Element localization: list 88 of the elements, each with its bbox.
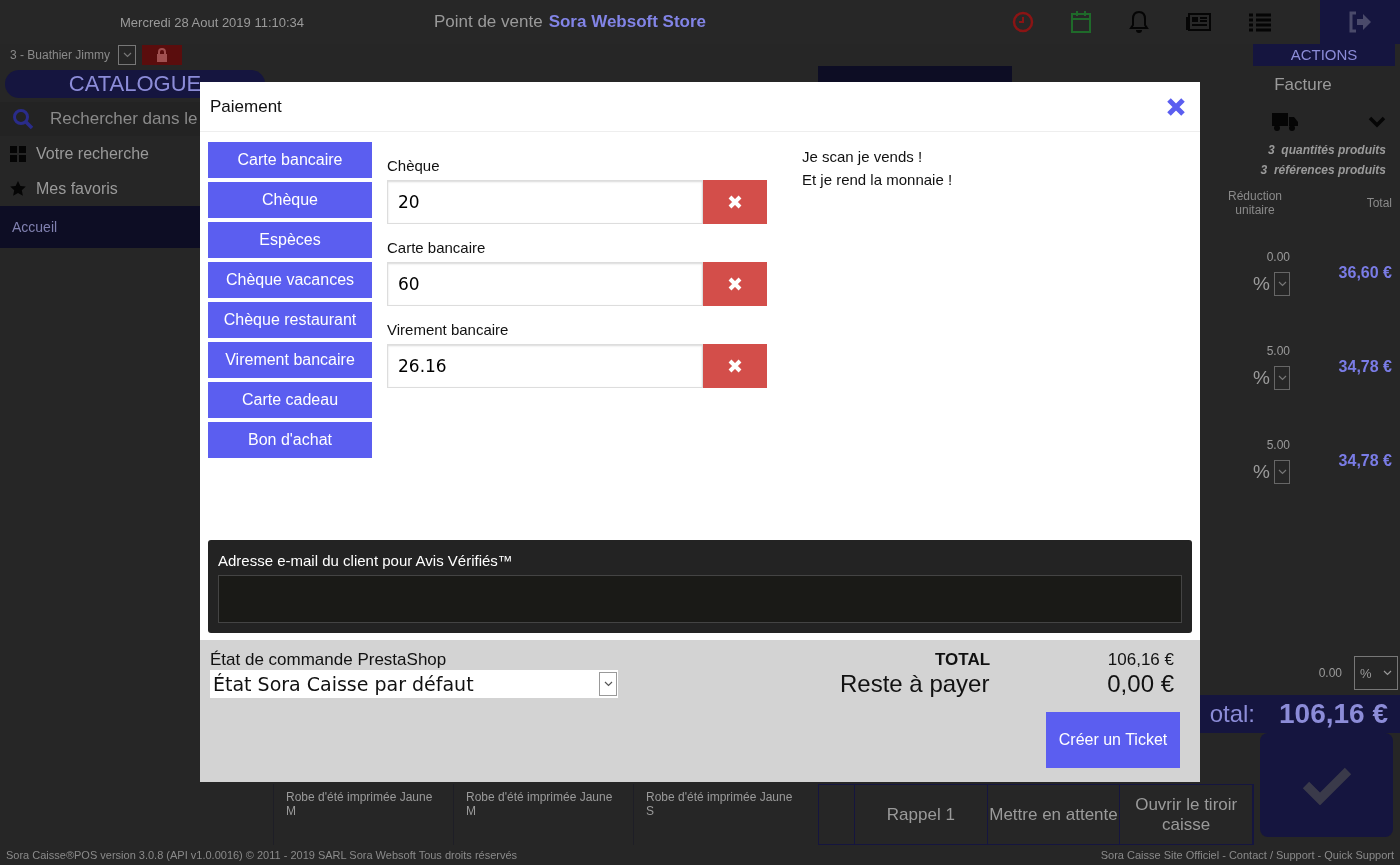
caret-icon: [1277, 375, 1287, 381]
total-label: TOTAL: [934, 650, 991, 670]
amount-field[interactable]: 26.16: [387, 344, 703, 388]
caret-icon: [1277, 281, 1287, 287]
search-icon: [12, 108, 34, 130]
payment-label: Chèque: [387, 157, 441, 174]
truck-icon[interactable]: [1272, 112, 1298, 132]
discount-unit: %: [1253, 461, 1270, 483]
remove-button[interactable]: [703, 344, 767, 388]
payment-method-button[interactable]: Virement bancaire: [208, 342, 372, 378]
discount-value: 0.00: [1266, 250, 1290, 264]
close-icon: [728, 277, 742, 291]
global-discount-value: 0.00: [1318, 666, 1342, 680]
order-state-label: État de commande PrestaShop: [210, 650, 448, 670]
caret-icon: [603, 681, 613, 687]
close-icon: [728, 195, 742, 209]
remaining-label: Reste à payer: [840, 670, 990, 698]
total-label: otal:: [1209, 700, 1255, 728]
caret-icon: [122, 52, 132, 58]
validate-button[interactable]: [1260, 733, 1393, 837]
payment-method-button[interactable]: Espèces: [208, 222, 372, 258]
remove-button[interactable]: [703, 262, 767, 306]
actions-header: ACTIONS: [1253, 44, 1395, 66]
newspaper-icon[interactable]: [1186, 12, 1212, 32]
payment-method-button[interactable]: Chèque vacances: [208, 262, 372, 298]
lock-icon: [156, 48, 169, 62]
cart-action-button[interactable]: Ouvrir le tiroir caisse: [1120, 785, 1253, 844]
line-total: 34,78 €: [1337, 452, 1393, 470]
checkmark-icon: [1301, 765, 1352, 805]
payment-method-button[interactable]: Carte bancaire: [208, 142, 372, 178]
column-header: Total: [1365, 196, 1393, 210]
reference-count: 3 références produits: [1260, 162, 1386, 179]
close-icon: [728, 359, 742, 373]
unit-dropdown[interactable]: [1274, 366, 1290, 390]
caret-icon: [1383, 670, 1392, 676]
message-line: Et je rend la monnaie !: [802, 171, 953, 188]
caret-icon: [1277, 469, 1287, 475]
create-ticket-button[interactable]: Créer un Ticket: [1046, 712, 1180, 768]
amount-field[interactable]: 60: [387, 262, 703, 306]
logout-button[interactable]: [1320, 0, 1400, 44]
payment-method-button[interactable]: Chèque restaurant: [208, 302, 372, 338]
close-icon[interactable]: [1166, 96, 1186, 117]
total-amount: 106,16 €: [1106, 650, 1174, 670]
list-icon[interactable]: [1248, 12, 1272, 32]
clock-icon[interactable]: [1012, 11, 1034, 33]
remaining-amount: 0,00 €: [1107, 670, 1174, 698]
column-header: Réduction unitaire: [1226, 189, 1283, 217]
footer-links[interactable]: Sora Caisse Site Officiel - Contact / Support - Quick Support: [1100, 849, 1394, 861]
discount-value: 5.00: [1266, 438, 1290, 452]
product-name[interactable]: Robe d'été imprimée Jaune M: [273, 784, 453, 845]
unit-dropdown[interactable]: [1274, 272, 1290, 296]
logout-icon: [1348, 11, 1372, 33]
grid-icon: [10, 145, 26, 162]
bell-icon[interactable]: [1128, 10, 1150, 34]
star-icon: [10, 180, 26, 197]
email-label: Adresse e-mail du client pour Avis Vérifiés™: [218, 552, 514, 569]
product-name[interactable]: Robe d'été imprimée Jaune S: [633, 784, 813, 845]
discount-value: 5.00: [1266, 344, 1290, 358]
message-line: Je scan je vends !: [802, 148, 924, 165]
store-name: Sora Websoft Store: [548, 12, 707, 32]
quantity-count: 3 quantités produits: [1268, 142, 1386, 159]
line-total: 36,60 €: [1337, 264, 1393, 282]
copyright-text: Sora Caisse®POS version 3.0.8 (API v1.0.0016) © 2011 - 2019 SARL Sora Websoft Tous droits réservés: [6, 849, 518, 861]
payment-label: Carte bancaire: [387, 239, 487, 256]
payment-method-button[interactable]: Bon d'achat: [208, 422, 372, 458]
document-type-tab[interactable]: Facture: [1206, 66, 1400, 104]
payment-label: Virement bancaire: [387, 321, 510, 338]
user-select[interactable]: 3 - Buathier Jimmy: [10, 45, 137, 65]
payment-method-button[interactable]: Chèque: [208, 182, 372, 218]
cart-action-button[interactable]: Rappel 1: [855, 785, 988, 844]
unit-dropdown[interactable]: [1274, 460, 1290, 484]
calendar-icon[interactable]: [1070, 10, 1092, 34]
line-total: 34,78 €: [1337, 358, 1393, 376]
date-time: Mercredi 28 Aout 2019 11:10:34: [120, 14, 306, 30]
chevron-down-icon[interactable]: [1368, 116, 1386, 128]
cart-total: 106,16 €: [1279, 698, 1388, 730]
email-field[interactable]: [218, 575, 1182, 623]
lock-button[interactable]: [142, 45, 183, 65]
remove-button[interactable]: [703, 180, 767, 224]
discount-unit: %: [1253, 273, 1270, 295]
amount-field[interactable]: 20: [387, 180, 703, 224]
discount-unit-select[interactable]: %: [1354, 656, 1398, 690]
product-name[interactable]: Robe d'été imprimée Jaune M: [453, 784, 633, 845]
payment-method-button[interactable]: Carte cadeau: [208, 382, 372, 418]
discount-unit: %: [1253, 367, 1270, 389]
cart-action-button[interactable]: Mettre en attente: [987, 785, 1121, 844]
order-state-select[interactable]: État Sora Caisse par défaut: [210, 670, 618, 698]
page-title: Point de vente: [433, 12, 543, 32]
